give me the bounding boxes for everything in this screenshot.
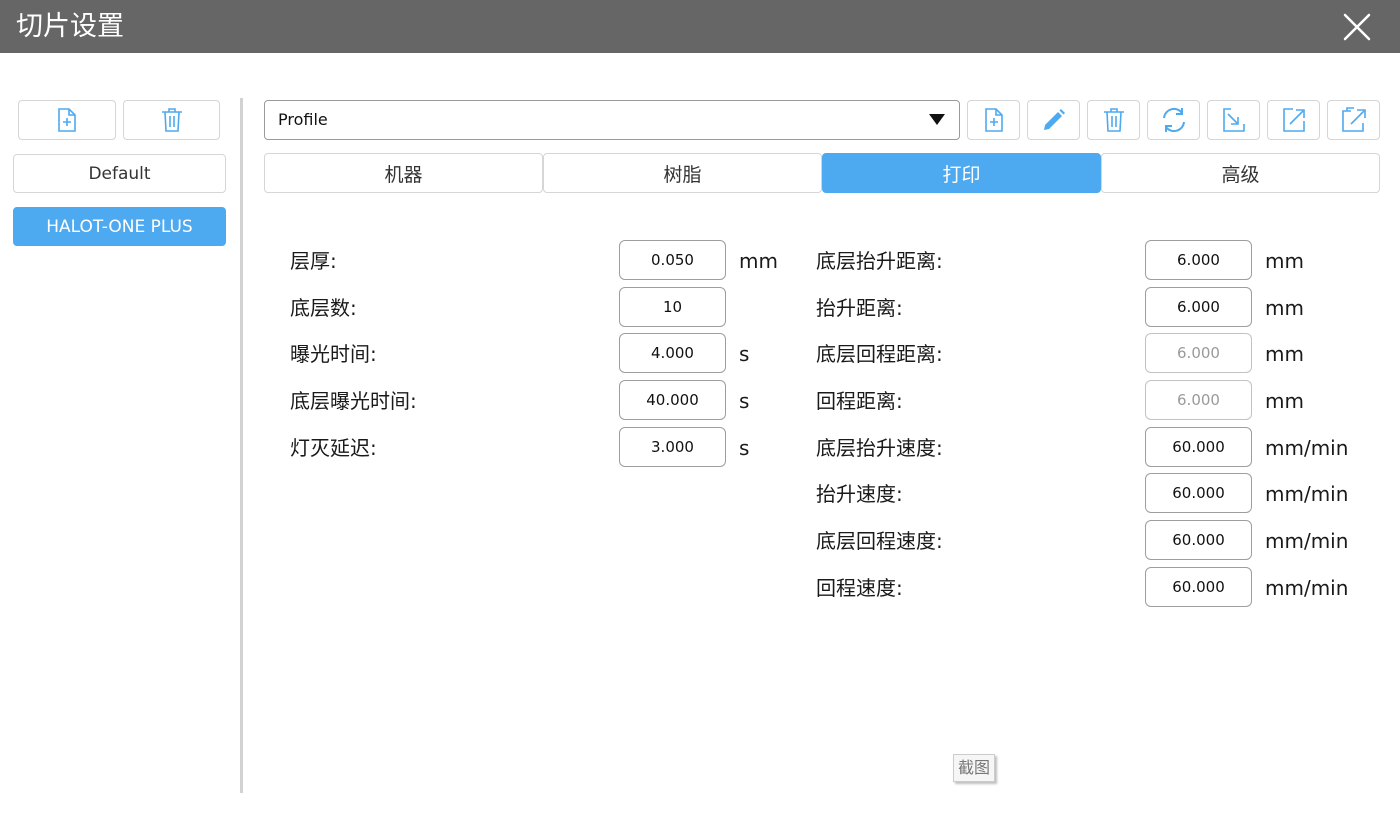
bottom-lift-distance-label: 底层抬升距离:	[816, 249, 943, 273]
bottom-retract-speed-input[interactable]: 60.000	[1145, 520, 1252, 560]
lift-distance-label: 抬升距离:	[816, 296, 903, 320]
profile-item-default[interactable]: Default	[13, 154, 226, 193]
unit-label: s	[739, 389, 750, 413]
light-off-delay-input[interactable]: 3.000	[619, 427, 726, 467]
tab-advanced[interactable]: 高级	[1101, 153, 1380, 193]
bottom-exposure-time-label: 底层曝光时间:	[290, 389, 417, 413]
bottom-retract-distance-label: 底层回程距离:	[816, 342, 943, 366]
title-bar: 切片设置	[0, 0, 1400, 53]
screenshot-stamp: 截图	[953, 754, 996, 782]
bottom-layers-input[interactable]: 10	[619, 287, 726, 327]
dropdown-arrow-icon	[929, 114, 945, 125]
retract-distance-label: 回程距离:	[816, 389, 903, 413]
import-icon	[1220, 106, 1248, 134]
export-all-button[interactable]	[1327, 100, 1380, 140]
layer-thickness-label: 层厚:	[290, 249, 337, 273]
export-multiple-icon	[1340, 106, 1368, 134]
profile-item-halot-one-plus[interactable]: HALOT-ONE PLUS	[13, 207, 226, 246]
profile-select[interactable]: Profile	[264, 100, 960, 140]
retract-speed-label: 回程速度:	[816, 576, 903, 600]
unit-label: mm/min	[1265, 436, 1349, 460]
import-button[interactable]	[1207, 100, 1260, 140]
file-add-icon	[55, 107, 79, 133]
trash-icon	[160, 107, 184, 133]
unit-label: mm	[1265, 342, 1304, 366]
tab-label: 打印	[942, 163, 981, 186]
refresh-button[interactable]	[1147, 100, 1200, 140]
tab-machine[interactable]: 机器	[264, 153, 543, 193]
unit-label: mm	[1265, 389, 1304, 413]
layer-thickness-input[interactable]: 0.050	[619, 240, 726, 280]
add-profile-button[interactable]	[18, 100, 116, 140]
bottom-lift-distance-input[interactable]: 6.000	[1145, 240, 1252, 280]
unit-label: mm/min	[1265, 529, 1349, 553]
unit-label: mm/min	[1265, 576, 1349, 600]
delete-profile-button[interactable]	[123, 100, 220, 140]
bottom-layers-label: 底层数:	[290, 296, 357, 320]
lift-speed-input[interactable]: 60.000	[1145, 473, 1252, 513]
retract-distance-input: 6.000	[1145, 380, 1252, 420]
light-off-delay-label: 灯灭延迟:	[290, 436, 377, 460]
pencil-icon	[1041, 107, 1067, 133]
profile-item-label: HALOT-ONE PLUS	[46, 216, 193, 237]
export-button[interactable]	[1267, 100, 1320, 140]
window-title: 切片设置	[16, 11, 124, 42]
tab-label: 机器	[384, 163, 423, 186]
refresh-icon	[1160, 106, 1188, 134]
bottom-retract-distance-input: 6.000	[1145, 333, 1252, 373]
bottom-exposure-time-input[interactable]: 40.000	[619, 380, 726, 420]
exposure-time-input[interactable]: 4.000	[619, 333, 726, 373]
profile-item-label: Default	[88, 163, 151, 184]
trash-icon	[1102, 107, 1126, 133]
profile-select-value: Profile	[278, 110, 328, 129]
unit-label: mm	[739, 249, 778, 273]
unit-label: s	[739, 342, 750, 366]
bottom-retract-speed-label: 底层回程速度:	[816, 529, 943, 553]
tab-label: 高级	[1221, 163, 1260, 186]
retract-speed-input[interactable]: 60.000	[1145, 567, 1252, 607]
sidebar-divider	[240, 98, 243, 793]
lift-speed-label: 抬升速度:	[816, 482, 903, 506]
delete-button[interactable]	[1087, 100, 1140, 140]
unit-label: mm	[1265, 249, 1304, 273]
unit-label: mm	[1265, 296, 1304, 320]
unit-label: mm/min	[1265, 482, 1349, 506]
tab-print[interactable]: 打印	[822, 153, 1101, 193]
export-icon	[1280, 106, 1308, 134]
file-add-icon	[982, 107, 1006, 133]
tab-label: 树脂	[663, 163, 702, 186]
lift-distance-input[interactable]: 6.000	[1145, 287, 1252, 327]
exposure-time-label: 曝光时间:	[290, 342, 377, 366]
edit-button[interactable]	[1027, 100, 1080, 140]
tab-resin[interactable]: 树脂	[543, 153, 822, 193]
unit-label: s	[739, 436, 750, 460]
new-file-button[interactable]	[967, 100, 1020, 140]
bottom-lift-speed-input[interactable]: 60.000	[1145, 427, 1252, 467]
close-icon[interactable]	[1342, 12, 1372, 42]
bottom-lift-speed-label: 底层抬升速度:	[816, 436, 943, 460]
